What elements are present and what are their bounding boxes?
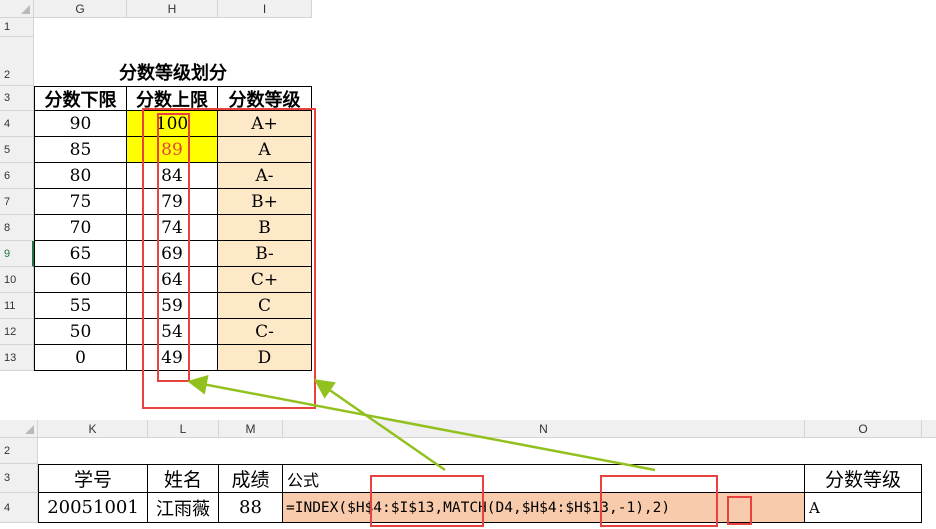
pointer-arrows [187, 374, 656, 472]
arrow-to-upper-limit-icon [187, 374, 656, 472]
